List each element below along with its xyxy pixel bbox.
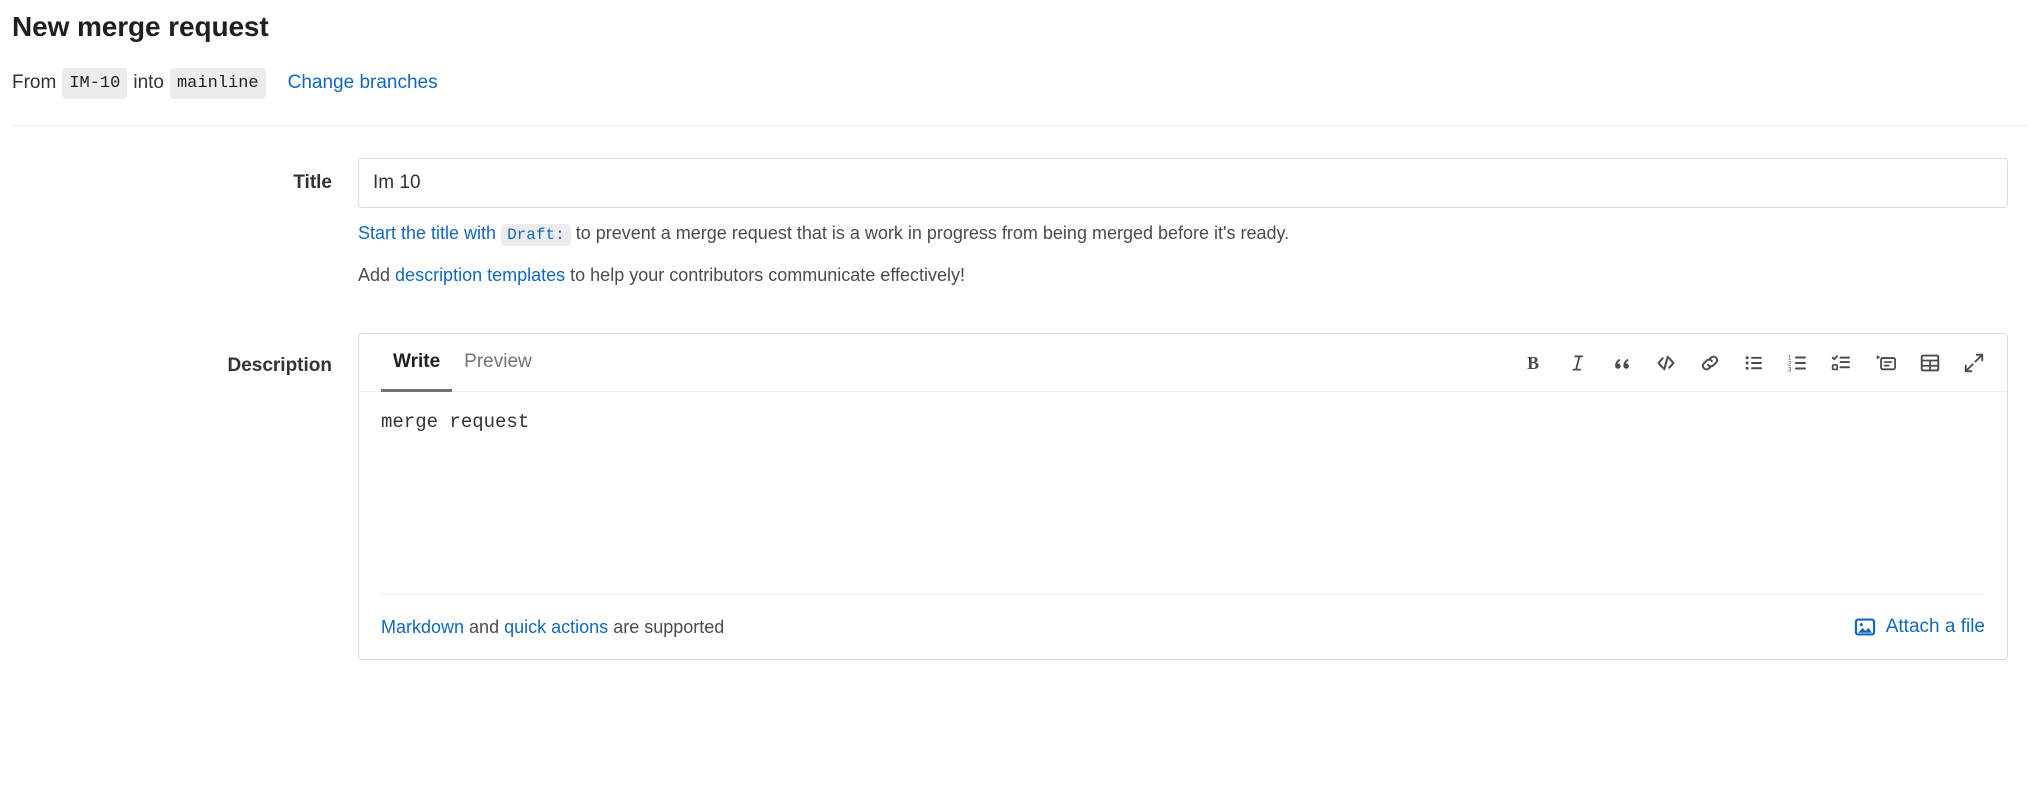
editor-header: Write Preview B 1 2 3 (359, 334, 2007, 393)
tab-write[interactable]: Write (381, 334, 453, 393)
quick-actions-link[interactable]: quick actions (504, 617, 608, 637)
change-branches-link[interactable]: Change branches (288, 69, 438, 98)
editor-tabs: Write Preview (359, 334, 544, 393)
page-title: New merge request (12, 11, 269, 42)
markdown-editor: Write Preview B 1 2 3 merge request Mark… (358, 333, 2008, 661)
source-branch-badge: IM-10 (62, 67, 128, 100)
branch-summary: From IM-10 into mainline Change branches (12, 67, 2028, 100)
collapsible-section-icon[interactable] (1869, 346, 1903, 380)
description-row: Description Write Preview B 1 2 3 merge … (12, 333, 2028, 661)
tab-preview[interactable]: Preview (452, 334, 544, 392)
attach-file-button[interactable]: Attach a file (1854, 616, 1985, 638)
title-field-wrap: Start the title with Draft: to prevent a… (358, 158, 2028, 291)
quote-icon[interactable] (1605, 346, 1639, 380)
bulleted-list-icon[interactable] (1737, 346, 1771, 380)
fullscreen-icon[interactable] (1957, 346, 1991, 380)
title-hint-templates: Add description templates to help your c… (358, 260, 2008, 292)
title-hint-templates-rest: to help your contributors communicate ef… (570, 264, 966, 285)
editor-body[interactable]: merge request (359, 392, 2007, 594)
numbered-list-icon[interactable]: 1 2 3 (1781, 346, 1815, 380)
from-label: From (12, 72, 57, 94)
markdown-toolbar: B 1 2 3 (1517, 346, 1991, 380)
task-list-icon[interactable] (1825, 346, 1859, 380)
table-icon[interactable] (1913, 346, 1947, 380)
markdown-support-note: Markdown and quick actions are supported (381, 617, 724, 638)
description-templates-link[interactable]: description templates (395, 265, 565, 285)
description-label: Description (227, 355, 332, 377)
title-input[interactable] (358, 158, 2008, 209)
new-merge-request-page: New merge request From IM-10 into mainli… (0, 0, 2040, 799)
and-word: and (469, 616, 500, 637)
start-title-with-draft-text: Start the title with (358, 223, 497, 244)
title-hint-draft: Start the title with Draft: to prevent a… (358, 218, 2008, 250)
title-hint-templates-pre: Add (358, 264, 391, 285)
title-label: Title (293, 172, 332, 194)
description-field-wrap: Write Preview B 1 2 3 merge request Mark… (358, 333, 2028, 661)
attach-file-label: Attach a file (1885, 616, 1985, 638)
into-label: into (133, 72, 164, 94)
target-branch-badge: mainline (169, 67, 266, 100)
editor-footer-wrap: Markdown and quick actions are supported (359, 594, 2007, 659)
svg-text:3: 3 (1788, 366, 1792, 373)
bold-icon[interactable]: B (1517, 346, 1551, 380)
code-icon[interactable] (1649, 346, 1683, 380)
description-textarea[interactable]: merge request (381, 408, 1985, 594)
editor-footer: Markdown and quick actions are supported (381, 595, 1985, 659)
start-title-with-draft-link[interactable]: Start the title with Draft: (358, 223, 571, 247)
media-image-icon (1854, 616, 1876, 638)
title-hint-draft-rest: to prevent a merge request that is a wor… (575, 223, 1290, 244)
svg-text:B: B (1527, 353, 1539, 373)
supported-text: are supported (613, 616, 725, 637)
markdown-link[interactable]: Markdown (381, 617, 464, 637)
title-row: Title Start the title with Draft: to pre… (12, 158, 2028, 291)
draft-code-badge: Draft: (501, 224, 571, 247)
link-icon[interactable] (1693, 346, 1727, 380)
header-divider (12, 125, 2028, 127)
italic-icon[interactable] (1561, 346, 1595, 380)
